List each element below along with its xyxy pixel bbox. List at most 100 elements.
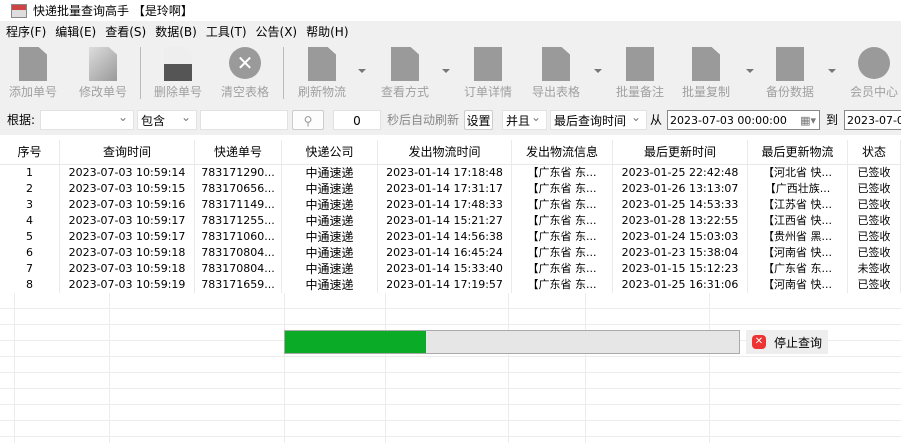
clear-table-button[interactable]: ✕ 清空表格	[210, 47, 280, 100]
chevron-down-icon[interactable]	[828, 69, 836, 73]
table-cell: 未签收	[848, 261, 901, 277]
search-button[interactable]: ⚲	[292, 110, 324, 130]
table-row[interactable]: 1 2023-07-03 10:59:14 783171290... 中通速递 2023…	[0, 165, 901, 181]
table-cell: 已签收	[848, 277, 901, 293]
refresh-logistics-button[interactable]: 刷新物流	[287, 47, 357, 100]
table-row[interactable]: 2 2023-07-03 10:59:15 783170656... 中通速递 2023…	[0, 181, 901, 197]
table-cell: 【江西省 快...	[748, 213, 848, 229]
calendar-icon[interactable]: ▦▾	[800, 111, 816, 131]
settings-button[interactable]: 设置	[464, 110, 493, 130]
table-cell: 2023-01-14 17:18:48	[378, 165, 512, 181]
table-cell[interactable]: 中通速递	[282, 181, 378, 197]
window-title: 快递批量查询高手 【是玲啊】	[33, 4, 193, 18]
column-header[interactable]: 查询时间	[60, 140, 195, 164]
member-center-button[interactable]: 会员中心	[839, 47, 901, 100]
close-icon: ✕	[752, 335, 766, 349]
magnifier-icon: ⚲	[303, 114, 313, 128]
table-row[interactable]: 7 2023-07-03 10:59:18 783170804... 中通速递 2023…	[0, 261, 901, 277]
table-cell: 1	[0, 165, 60, 181]
to-date-picker[interactable]: 2023-07-0	[844, 110, 901, 130]
basis-select[interactable]	[40, 107, 134, 130]
table-row[interactable]: 4 2023-07-03 10:59:17 783171255... 中通速递 2023…	[0, 213, 901, 229]
table-cell: 2023-07-03 10:59:18	[60, 261, 195, 277]
field-select[interactable]: 最后查询时间	[550, 107, 647, 130]
x-circle-icon: ✕	[229, 47, 261, 79]
table-cell: 2023-01-14 15:21:27	[378, 213, 512, 229]
column-header[interactable]: 最后更新时间	[613, 140, 748, 164]
keyword-input[interactable]	[200, 110, 288, 130]
chevron-down-icon[interactable]	[746, 69, 754, 73]
edit-number-button[interactable]: 修改单号	[68, 47, 138, 100]
table-cell: 2	[0, 181, 60, 197]
export-table-button[interactable]: 导出表格	[521, 47, 591, 100]
backup-data-button[interactable]: 备份数据	[755, 47, 825, 100]
stop-query-button[interactable]: ✕ 停止查询	[746, 330, 828, 354]
table-cell: 【广东省 东...	[748, 261, 848, 277]
table-cell: 2023-01-23 15:38:04	[613, 245, 748, 261]
table-cell[interactable]: 中通速递	[282, 213, 378, 229]
column-header[interactable]: 最后更新物流	[748, 140, 848, 164]
table-cell: 2023-01-14 17:48:33	[378, 197, 512, 213]
batch-note-button[interactable]: 批量备注	[605, 47, 675, 100]
table-cell[interactable]: 中通速递	[282, 229, 378, 245]
to-label: 到	[826, 113, 839, 127]
table-row[interactable]: 8 2023-07-03 10:59:19 783171659... 中通速递 2023…	[0, 277, 901, 293]
delete-document-icon	[164, 47, 192, 81]
menu-notice[interactable]: 公告(X)	[256, 23, 298, 40]
menu-view[interactable]: 查看(S)	[105, 23, 146, 40]
table-cell: 2023-01-25 22:42:48	[613, 165, 748, 181]
table-cell[interactable]: 中通速递	[282, 245, 378, 261]
menu-help[interactable]: 帮助(H)	[306, 23, 348, 40]
table-cell: 2023-01-14 14:56:38	[378, 229, 512, 245]
batch-copy-button[interactable]: 批量复制	[671, 47, 741, 100]
column-header[interactable]: 发出物流时间	[378, 140, 512, 164]
label: 会员中心	[849, 85, 898, 99]
table-row[interactable]: 3 2023-07-03 10:59:16 783171149... 中通速递 2023…	[0, 197, 901, 213]
table-row[interactable]: 5 2023-07-03 10:59:17 783171060... 中通速递 2023…	[0, 229, 901, 245]
chevron-down-icon[interactable]	[442, 69, 450, 73]
match-select[interactable]: 包含	[137, 107, 197, 130]
label: 导出表格	[531, 85, 580, 99]
add-number-button[interactable]: 添加单号	[0, 47, 68, 100]
pencil-document-icon	[89, 47, 117, 81]
logic-select[interactable]: 并且	[502, 107, 547, 130]
chevron-down-icon[interactable]	[358, 69, 366, 73]
table-cell: 【广东省 东...	[512, 213, 613, 229]
column-header[interactable]: 快递单号	[195, 140, 282, 164]
column-header[interactable]: 序号	[0, 140, 60, 164]
title-bar: 快递批量查询高手 【是玲啊】	[0, 0, 901, 21]
scroll-icon	[626, 47, 654, 81]
table-cell[interactable]: 中通速递	[282, 261, 378, 277]
menu-data[interactable]: 数据(B)	[155, 23, 197, 40]
chevron-down-icon[interactable]	[594, 69, 602, 73]
column-header[interactable]: 快递公司	[282, 140, 378, 164]
table-cell: 2023-01-14 17:31:17	[378, 181, 512, 197]
table-cell: 783170656...	[195, 181, 282, 197]
grid-line	[585, 293, 586, 443]
refresh-seconds-input[interactable]: 0	[333, 110, 381, 130]
table-cell[interactable]: 中通速递	[282, 277, 378, 293]
from-date-picker[interactable]: 2023-07-03 00:00:00 ▦▾	[667, 110, 820, 130]
table-cell: 【广东省 东...	[512, 245, 613, 261]
menu-tools[interactable]: 工具(T)	[206, 23, 247, 40]
delete-number-button[interactable]: 删除单号	[143, 47, 213, 100]
order-detail-button[interactable]: 订单详情	[453, 47, 523, 100]
menu-program[interactable]: 程序(F)	[6, 23, 46, 40]
column-header[interactable]: 状态	[848, 140, 901, 164]
table-cell: 2023-01-24 15:03:03	[613, 229, 748, 245]
grid-line	[109, 293, 110, 443]
table-row[interactable]: 6 2023-07-03 10:59:18 783170804... 中通速递 2023…	[0, 245, 901, 261]
clock-icon	[858, 47, 890, 79]
label: 批量备注	[615, 85, 664, 99]
grid-line	[385, 293, 386, 443]
table-cell: 已签收	[848, 229, 901, 245]
table-cell: 【河北省 快...	[748, 165, 848, 181]
view-mode-button[interactable]: 查看方式	[370, 47, 440, 100]
copy-icon	[692, 47, 720, 81]
table-cell[interactable]: 中通速递	[282, 165, 378, 181]
label: 修改单号	[78, 85, 127, 99]
menu-edit[interactable]: 编辑(E)	[55, 23, 96, 40]
table-cell: 已签收	[848, 197, 901, 213]
table-cell[interactable]: 中通速递	[282, 197, 378, 213]
column-header[interactable]: 发出物流信息	[512, 140, 613, 164]
